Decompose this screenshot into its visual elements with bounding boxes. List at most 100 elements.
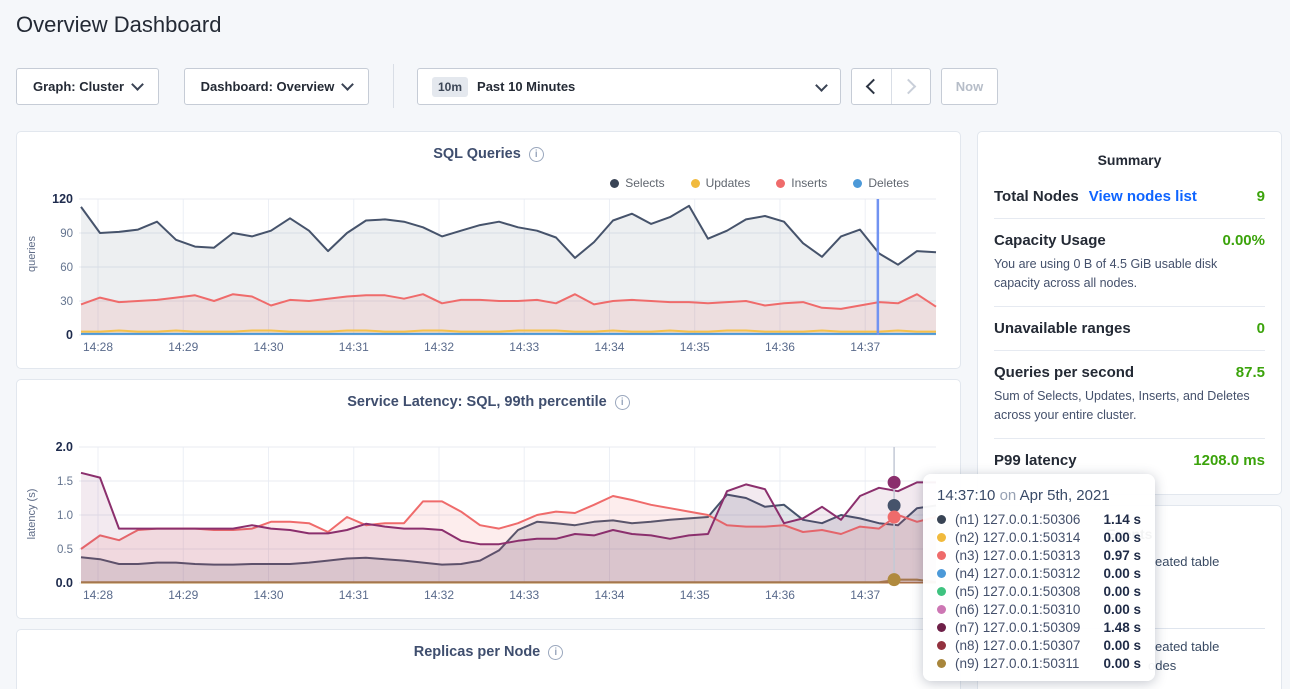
svg-text:0.5: 0.5	[57, 544, 73, 556]
node-label: (n8) 127.0.0.1:50307	[955, 638, 1080, 653]
toolbar-divider	[393, 64, 394, 108]
summary-heading: Summary	[978, 152, 1281, 168]
legend-item[interactable]: Deletes	[853, 176, 909, 190]
svg-text:14:37: 14:37	[850, 588, 880, 602]
page-title: Overview Dashboard	[16, 12, 221, 38]
tooltip-row: (n1) 127.0.0.1:503061.14 s	[937, 510, 1141, 528]
sql-queries-chart[interactable]: 14:2814:2914:3014:3114:3214:3314:3414:35…	[41, 191, 953, 361]
now-button[interactable]: Now	[941, 68, 998, 105]
node-latency-value: 0.00 s	[1103, 656, 1141, 671]
svg-text:14:29: 14:29	[168, 588, 198, 602]
svg-text:30: 30	[60, 296, 73, 308]
node-color-dot-icon	[937, 533, 946, 542]
svg-text:14:33: 14:33	[509, 588, 539, 602]
service-latency-chart[interactable]: 14:2814:2914:3014:3114:3214:3314:3414:35…	[41, 439, 953, 609]
node-color-dot-icon	[937, 623, 946, 632]
chart-title: Service Latency: SQL, 99th percentile	[17, 394, 960, 410]
svg-text:0: 0	[66, 328, 73, 342]
summary-label: Capacity Usage	[994, 232, 1106, 249]
node-color-dot-icon	[937, 641, 946, 650]
node-color-dot-icon	[937, 587, 946, 596]
node-label: (n5) 127.0.0.1:50308	[955, 584, 1080, 599]
svg-text:14:34: 14:34	[594, 588, 624, 602]
legend-label: Deletes	[868, 176, 909, 190]
info-icon[interactable]	[548, 645, 563, 660]
legend-dot-icon	[776, 179, 785, 188]
node-latency-value: 0.00 s	[1103, 566, 1141, 581]
svg-text:14:30: 14:30	[253, 588, 283, 602]
tooltip-row: (n4) 127.0.0.1:50312 0.00 s	[937, 564, 1141, 582]
svg-text:2.0: 2.0	[56, 440, 73, 454]
service-latency-panel: Service Latency: SQL, 99th percentile la…	[16, 379, 961, 619]
svg-text:14:32: 14:32	[424, 588, 454, 602]
summary-row-qps: Queries per second 87.5 Sum of Selects, …	[994, 350, 1265, 438]
node-label: (n2) 127.0.0.1:50314	[955, 530, 1080, 545]
svg-text:0.0: 0.0	[56, 576, 73, 590]
summary-value: 0	[1257, 320, 1265, 337]
node-latency-value: 0.97 s	[1103, 548, 1141, 563]
svg-text:14:29: 14:29	[168, 340, 198, 354]
summary-value: 9	[1257, 188, 1265, 205]
legend-item[interactable]: Inserts	[776, 176, 827, 190]
tooltip-row: (n2) 127.0.0.1:503140.00 s	[937, 528, 1141, 546]
legend-dot-icon	[691, 179, 700, 188]
overview-dashboard-page: Overview Dashboard Graph: Cluster Dashbo…	[0, 0, 1290, 689]
tooltip-row: (n5) 127.0.0.1:50308 0.00 s	[937, 582, 1141, 600]
tooltip-time: 14:37:10	[937, 487, 995, 504]
next-time-button[interactable]	[891, 69, 931, 104]
svg-text:14:34: 14:34	[594, 340, 624, 354]
chart-title: Replicas per Node	[17, 644, 960, 660]
summary-description: Sum of Selects, Updates, Inserts, and De…	[994, 387, 1265, 425]
replicas-per-node-panel: Replicas per Node	[16, 629, 961, 689]
dashboard-dropdown[interactable]: Dashboard: Overview	[184, 68, 369, 105]
chart-title-text: Service Latency: SQL, 99th percentile	[347, 394, 607, 410]
tooltip-date: Apr 5th, 2021	[1020, 487, 1110, 504]
summary-row-total-nodes: Total Nodes View nodes list 9	[994, 168, 1265, 218]
summary-row-unavailable-ranges: Unavailable ranges 0	[994, 306, 1265, 350]
node-latency-value: 1.48 s	[1103, 620, 1141, 635]
info-icon[interactable]	[615, 395, 630, 410]
summary-description: You are using 0 B of 4.5 GiB usable disk…	[994, 255, 1265, 293]
prev-time-button[interactable]	[852, 69, 891, 104]
now-button-label: Now	[956, 79, 983, 94]
node-color-dot-icon	[937, 659, 946, 668]
svg-text:14:32: 14:32	[424, 340, 454, 354]
svg-text:14:31: 14:31	[339, 340, 369, 354]
chevron-down-icon	[341, 78, 354, 91]
y-axis-label: latency (s)	[26, 479, 38, 549]
tooltip-rows: (n1) 127.0.0.1:503061.14 s(n2) 127.0.0.1…	[937, 510, 1141, 672]
svg-text:14:31: 14:31	[339, 588, 369, 602]
tooltip-row: (n3) 127.0.0.1:503130.97 s	[937, 546, 1141, 564]
chevron-right-icon	[901, 79, 917, 95]
tooltip-row: (n6) 127.0.0.1:503100.00 s	[937, 600, 1141, 618]
node-latency-value: 0.00 s	[1103, 584, 1141, 599]
info-icon[interactable]	[529, 147, 544, 162]
view-nodes-link[interactable]: View nodes list	[1089, 188, 1197, 205]
time-range-dropdown[interactable]: 10m Past 10 Minutes	[417, 68, 841, 105]
chart-title: SQL Queries	[17, 146, 960, 162]
summary-value: 0.00%	[1222, 232, 1265, 249]
chevron-down-icon	[815, 79, 828, 92]
legend-label: Selects	[625, 176, 664, 190]
graph-dropdown-label: Graph: Cluster	[33, 79, 124, 94]
chevron-down-icon	[131, 78, 144, 91]
legend-dot-icon	[610, 179, 619, 188]
event-fragment: eated table	[1155, 554, 1219, 569]
chart-title-text: Replicas per Node	[414, 644, 541, 660]
node-color-dot-icon	[937, 605, 946, 614]
node-label: (n4) 127.0.0.1:50312	[955, 566, 1080, 581]
legend-item[interactable]: Updates	[691, 176, 751, 190]
node-color-dot-icon	[937, 569, 946, 578]
legend-label: Inserts	[791, 176, 827, 190]
tooltip-row: (n7) 127.0.0.1:503091.48 s	[937, 618, 1141, 636]
svg-text:14:35: 14:35	[680, 340, 710, 354]
node-color-dot-icon	[937, 551, 946, 560]
summary-value: 87.5	[1236, 364, 1265, 381]
tooltip-row: (n8) 127.0.0.1:503070.00 s	[937, 636, 1141, 654]
legend-item[interactable]: Selects	[610, 176, 664, 190]
graph-dropdown[interactable]: Graph: Cluster	[16, 68, 159, 105]
tooltip-row: (n9) 127.0.0.1:503110.00 s	[937, 654, 1141, 672]
svg-text:60: 60	[60, 262, 73, 274]
sql-queries-panel: SQL Queries Selects Updates Inserts Deletes…	[16, 131, 961, 369]
chevron-left-icon	[865, 79, 881, 95]
